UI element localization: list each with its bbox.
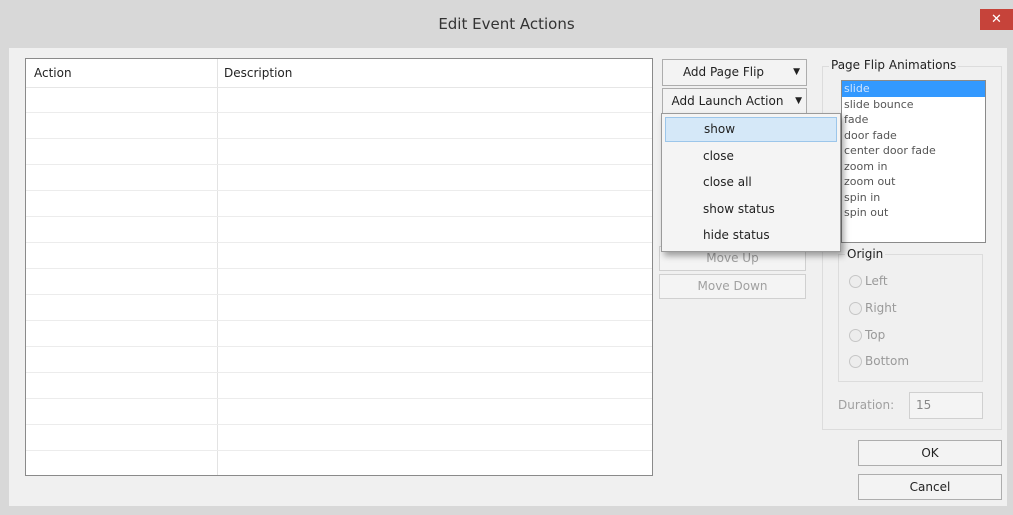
move-down-button[interactable]: Move Down bbox=[659, 274, 806, 299]
animation-list-item[interactable]: door fade bbox=[842, 128, 985, 144]
launch-action-menu: show close close all show status hide status bbox=[661, 113, 841, 252]
origin-label: Origin bbox=[845, 247, 886, 261]
origin-radio-right[interactable]: Right bbox=[849, 300, 897, 316]
add-page-flip-button[interactable]: Add Page Flip ▼ bbox=[662, 59, 807, 86]
origin-radio-bottom[interactable]: Bottom bbox=[849, 353, 909, 369]
table-row[interactable] bbox=[26, 347, 652, 373]
table-row[interactable] bbox=[26, 87, 652, 113]
menu-item-show-status[interactable]: show status bbox=[665, 197, 837, 222]
move-up-label: Move Up bbox=[706, 251, 759, 265]
origin-option-label: Top bbox=[865, 328, 886, 342]
animations-listbox[interactable]: slide slide bounce fade door fade center doo… bbox=[841, 80, 986, 243]
origin-radio-top[interactable]: Top bbox=[849, 327, 885, 343]
origin-radio-left[interactable]: Left bbox=[849, 273, 888, 289]
animation-list-item[interactable]: spin in bbox=[842, 190, 985, 206]
radio-circle-icon bbox=[849, 329, 862, 342]
table-row[interactable] bbox=[26, 113, 652, 139]
table-row[interactable] bbox=[26, 269, 652, 295]
animation-list-item[interactable]: fade bbox=[842, 112, 985, 128]
table-row[interactable] bbox=[26, 139, 652, 165]
table-row[interactable] bbox=[26, 295, 652, 321]
page-flip-animations-label: Page Flip Animations bbox=[829, 58, 959, 72]
add-page-flip-label: Add Page Flip bbox=[682, 65, 765, 79]
move-down-label: Move Down bbox=[697, 279, 768, 293]
duration-field[interactable]: 15 bbox=[909, 392, 983, 419]
animation-list-item[interactable]: slide bounce bbox=[842, 97, 985, 113]
table-header: Action Description bbox=[26, 59, 652, 88]
chevron-down-icon: ▼ bbox=[793, 67, 800, 77]
table-row[interactable] bbox=[26, 425, 652, 451]
origin-option-label: Bottom bbox=[865, 354, 910, 368]
menu-item-show[interactable]: show bbox=[665, 117, 837, 142]
window-frame-left bbox=[0, 48, 9, 506]
menu-item-close-all[interactable]: close all bbox=[665, 170, 837, 195]
chevron-down-icon: ▼ bbox=[795, 96, 802, 106]
column-header-action[interactable]: Action bbox=[34, 59, 72, 87]
menu-item-close[interactable]: close bbox=[665, 144, 837, 169]
table-row[interactable] bbox=[26, 321, 652, 347]
close-icon[interactable]: ✕ bbox=[980, 9, 1013, 30]
origin-option-label: Left bbox=[865, 274, 888, 288]
animation-list-item[interactable]: zoom in bbox=[842, 159, 985, 175]
menu-item-hide-status[interactable]: hide status bbox=[665, 223, 837, 248]
window-title: Edit Event Actions bbox=[438, 15, 575, 33]
cancel-button[interactable]: Cancel bbox=[858, 474, 1002, 500]
table-row[interactable] bbox=[26, 191, 652, 217]
add-launch-action-button[interactable]: Add Launch Action ▼ bbox=[662, 88, 807, 115]
window-frame-bottom bbox=[0, 506, 1013, 515]
radio-circle-icon bbox=[849, 275, 862, 288]
ok-button[interactable]: OK bbox=[858, 440, 1002, 466]
origin-option-label: Right bbox=[865, 301, 897, 315]
table-row[interactable] bbox=[26, 243, 652, 269]
cancel-label: Cancel bbox=[909, 480, 951, 494]
window-frame-right bbox=[1007, 48, 1013, 506]
ok-label: OK bbox=[921, 446, 939, 460]
table-row[interactable] bbox=[26, 373, 652, 399]
radio-circle-icon bbox=[849, 302, 862, 315]
animation-list-item[interactable]: spin out bbox=[842, 205, 985, 221]
animation-list-item[interactable]: zoom out bbox=[842, 174, 985, 190]
animation-list-item[interactable]: center door fade bbox=[842, 143, 985, 159]
table-row[interactable] bbox=[26, 165, 652, 191]
radio-circle-icon bbox=[849, 355, 862, 368]
table-rows bbox=[26, 87, 652, 451]
animation-list-item[interactable]: slide bbox=[842, 81, 985, 97]
column-header-description[interactable]: Description bbox=[224, 59, 292, 87]
duration-label: Duration: bbox=[838, 398, 895, 412]
table-row[interactable] bbox=[26, 217, 652, 243]
add-launch-action-label: Add Launch Action bbox=[671, 94, 784, 108]
table-row[interactable] bbox=[26, 399, 652, 425]
actions-table[interactable]: Action Description bbox=[25, 58, 653, 476]
